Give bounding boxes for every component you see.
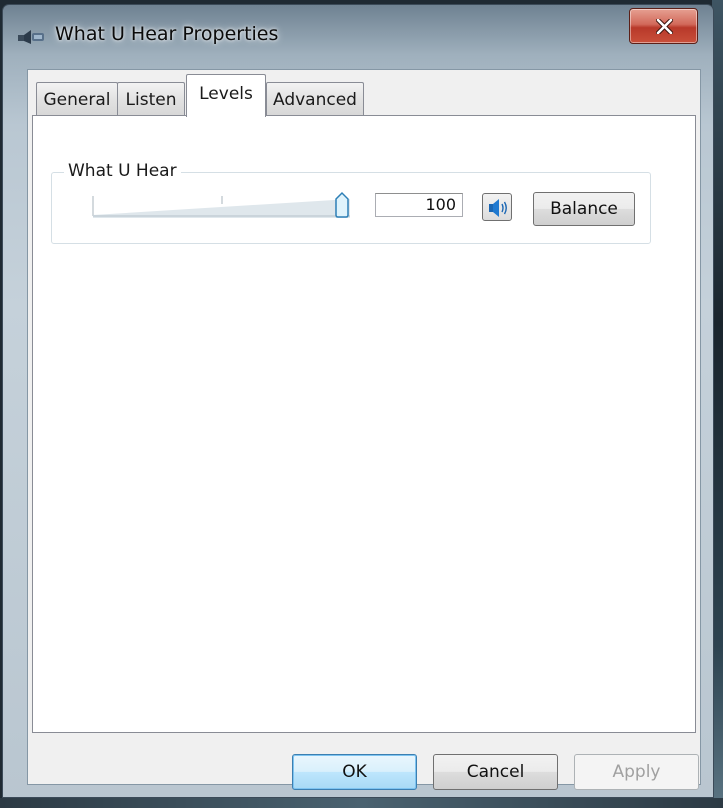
tab-listen-label: Listen: [125, 90, 177, 110]
tab-listen[interactable]: Listen: [117, 82, 185, 116]
cancel-button[interactable]: Cancel: [433, 754, 558, 790]
apply-button[interactable]: Apply: [574, 754, 699, 790]
speaker-device-icon: [17, 29, 47, 45]
group-label: What U Hear: [64, 161, 181, 181]
tab-general[interactable]: General: [36, 82, 118, 116]
mute-button[interactable]: [482, 193, 512, 221]
desktop-background-bottom: [0, 798, 723, 808]
level-value-field[interactable]: 100: [375, 193, 463, 217]
dialog-client-area: General Listen Levels Advanced What U He…: [27, 69, 701, 790]
tab-levels[interactable]: Levels: [186, 74, 266, 117]
tab-advanced-label: Advanced: [273, 90, 357, 110]
title-bar[interactable]: What U Hear Properties: [3, 5, 713, 65]
speaker-volume-icon: [489, 199, 507, 217]
volume-slider[interactable]: [92, 191, 350, 219]
tab-levels-label: Levels: [199, 84, 253, 104]
window-title: What U Hear Properties: [55, 23, 279, 45]
levels-tab-panel: What U Hear 100 Balance: [32, 115, 696, 733]
close-button[interactable]: [629, 8, 698, 44]
balance-button[interactable]: Balance: [533, 192, 635, 226]
close-icon: [656, 19, 673, 34]
ok-button[interactable]: OK: [292, 754, 417, 790]
tab-general-label: General: [43, 90, 111, 110]
properties-dialog: What U Hear Properties General Listen Le…: [2, 4, 714, 798]
tab-advanced[interactable]: Advanced: [266, 82, 364, 116]
level-group: What U Hear 100 Balance: [51, 161, 651, 244]
slider-thumb[interactable]: [335, 191, 349, 218]
